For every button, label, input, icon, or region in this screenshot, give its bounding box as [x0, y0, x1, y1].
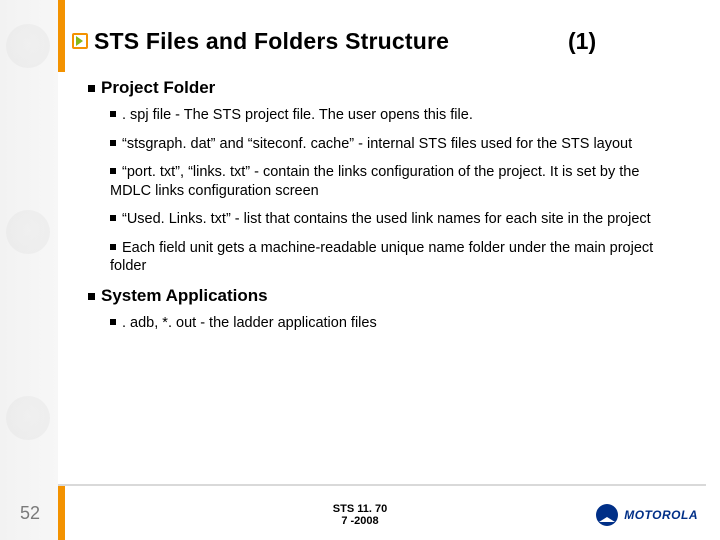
- bullet-icon: [110, 111, 116, 117]
- bg-logo-icon: [6, 210, 50, 254]
- list-item: . spj file - The STS project file. The u…: [110, 106, 688, 125]
- slide-title-number: (1): [568, 28, 596, 55]
- section-heading-text: System Applications: [101, 286, 268, 305]
- list-item: “stsgraph. dat” and “siteconf. cache” - …: [110, 135, 688, 154]
- list-item-text: “Used. Links. txt” - list that contains …: [122, 211, 651, 227]
- list-item: . adb, *. out - the ladder application f…: [110, 314, 688, 333]
- list-item-text: . adb, *. out - the ladder application f…: [122, 315, 377, 331]
- slide: STS Files and Folders Structure (1) Proj…: [0, 0, 720, 540]
- brand-logo: MOTOROLA: [596, 504, 698, 526]
- list-item-text: . spj file - The STS project file. The u…: [122, 107, 473, 123]
- bg-logo-icon: [6, 24, 50, 68]
- bullet-icon: [88, 85, 95, 92]
- list-item-text: “port. txt”, “links. txt” - contain the …: [110, 164, 639, 199]
- list-item-text: “stsgraph. dat” and “siteconf. cache” - …: [122, 136, 632, 152]
- footer-divider: [58, 484, 706, 486]
- bullet-icon: [88, 293, 95, 300]
- list-item: Each field unit gets a machine-readable …: [110, 239, 688, 276]
- footer-line-1: STS 11. 70: [333, 503, 387, 515]
- list-item-text: Each field unit gets a machine-readable …: [110, 240, 653, 275]
- bullet-icon: [110, 140, 116, 146]
- bullet-icon: [110, 244, 116, 250]
- title-bullet-icon: [72, 33, 88, 49]
- footer-line-2: 7 -2008: [341, 515, 378, 527]
- list-item: “Used. Links. txt” - list that contains …: [110, 210, 688, 229]
- slide-title: STS Files and Folders Structure: [94, 28, 449, 55]
- bg-logo-icon: [6, 396, 50, 440]
- section-heading: System Applications: [88, 286, 688, 306]
- sidebar-decoration: [0, 0, 58, 540]
- bullet-icon: [110, 168, 116, 174]
- section-heading-text: Project Folder: [101, 78, 215, 97]
- list-item: “port. txt”, “links. txt” - contain the …: [110, 163, 688, 200]
- accent-bar-top: [58, 0, 65, 72]
- slide-body: Project Folder . spj file - The STS proj…: [88, 70, 688, 342]
- section-heading: Project Folder: [88, 78, 688, 98]
- brand-name: MOTOROLA: [624, 508, 698, 522]
- motorola-icon: [596, 504, 618, 526]
- bullet-icon: [110, 319, 116, 325]
- bullet-icon: [110, 215, 116, 221]
